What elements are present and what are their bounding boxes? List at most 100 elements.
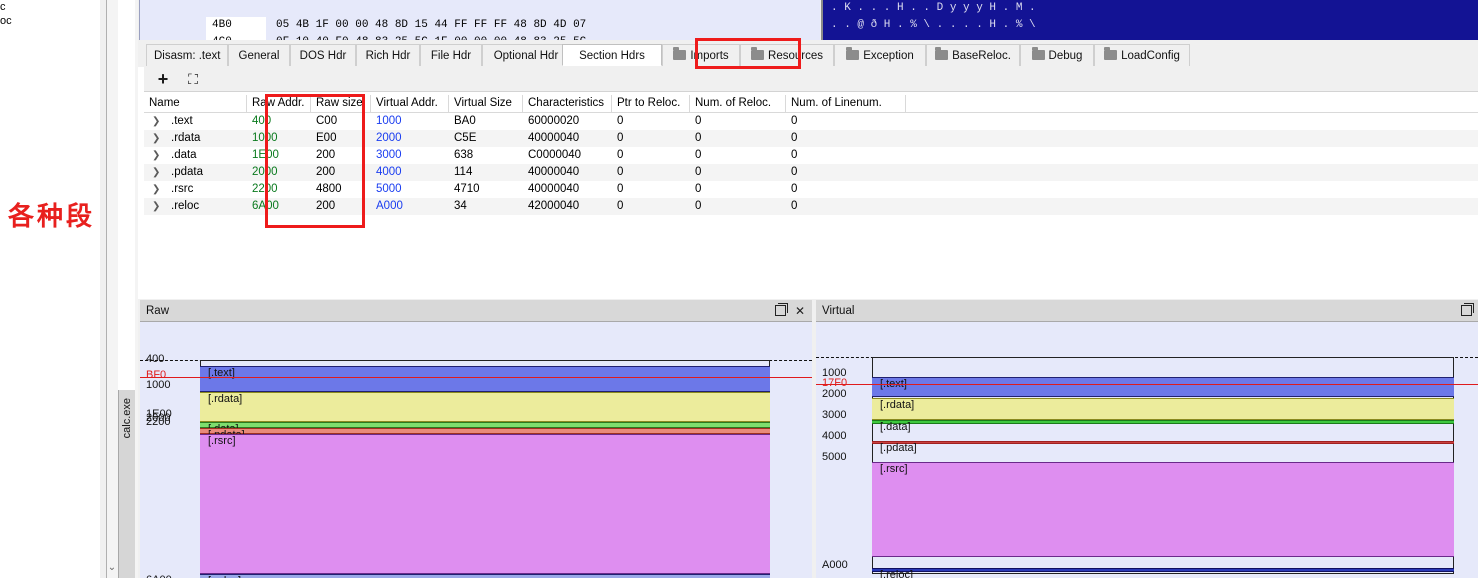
tab-label: File Hdr bbox=[430, 50, 472, 62]
vertical-tab-calc-exe[interactable]: calc.exe bbox=[118, 390, 136, 578]
raw-ruler-label: 1000 bbox=[146, 379, 171, 391]
virtual-map-body[interactable]: [.text] [.rdata] [.data] [.pdata] [.rsrc] [.r… bbox=[816, 322, 1478, 578]
cell-raw-addr: 400 bbox=[252, 115, 272, 127]
column-header-name[interactable]: Name bbox=[144, 95, 247, 112]
column-header-ptr-to-reloc[interactable]: Ptr to Reloc. bbox=[612, 95, 690, 112]
raw-map-body[interactable]: [.text][.rdata][.data][.pdata][.rsrc][.r… bbox=[140, 322, 812, 578]
cell-name: .rsrc bbox=[171, 183, 194, 195]
chevron-right-icon[interactable]: ❯ bbox=[152, 164, 160, 181]
tab-label: Exception bbox=[863, 50, 914, 62]
cell-raw-addr: 1000 bbox=[252, 132, 278, 144]
scroll-down-icon[interactable]: ⌄ bbox=[106, 560, 118, 576]
left-tree-fragment: c oc bbox=[0, 0, 100, 300]
tab-dos-hdr[interactable]: DOS Hdr bbox=[290, 44, 356, 66]
cell-characteristics: C0000040 bbox=[528, 149, 582, 161]
virtual-band-rdata[interactable] bbox=[872, 398, 1454, 420]
chevron-right-icon[interactable]: ❯ bbox=[152, 181, 160, 198]
column-header-num-of-reloc[interactable]: Num. of Reloc. bbox=[690, 95, 786, 112]
cell-virt-addr: 4000 bbox=[376, 166, 402, 178]
cell-num-reloc: 0 bbox=[695, 115, 702, 127]
tab-rich-hdr[interactable]: Rich Hdr bbox=[356, 44, 420, 66]
raw-ruler-label: 6A00 bbox=[146, 574, 172, 578]
virtual-panel-undock-icon[interactable] bbox=[1458, 300, 1474, 322]
add-section-button[interactable]: + bbox=[152, 69, 174, 89]
folder-icon bbox=[751, 47, 765, 60]
section-maps-area: Raw ✕ [.text] [.rdata] [.data] [.pdata] [.rs… bbox=[138, 300, 1478, 578]
chevron-right-icon[interactable]: ❯ bbox=[152, 198, 160, 215]
column-header-virtual-addr[interactable]: Virtual Addr. bbox=[371, 95, 449, 112]
column-header-characteristics[interactable]: Characteristics bbox=[523, 95, 612, 112]
table-row[interactable]: ❯ .rdata 1000 E00 2000 C5E 40000040 0 0 0 bbox=[144, 130, 1478, 147]
raw-band-rsrc[interactable] bbox=[200, 434, 770, 574]
virtual-ruler-label: A000 bbox=[822, 559, 848, 571]
column-header-num-of-linenum[interactable]: Num. of Linenum. bbox=[786, 95, 906, 112]
cell-characteristics: 40000040 bbox=[528, 132, 580, 144]
column-header-raw-size[interactable]: Raw size bbox=[311, 95, 371, 112]
cell-num-linenum: 0 bbox=[791, 166, 798, 178]
cell-name: .text bbox=[171, 115, 193, 127]
tab-bar: Disasm: .text General DOS Hdr Rich Hdr File … bbox=[138, 44, 1478, 68]
section-headers-panel: + ⛶ Name Raw Addr. Raw size Virtual Addr. Vi… bbox=[138, 67, 1478, 299]
virtual-band-reloc[interactable] bbox=[872, 568, 1454, 572]
raw-band-reloc[interactable] bbox=[200, 574, 770, 578]
virtual-ruler-label: 3000 bbox=[822, 409, 847, 421]
cell-num-reloc: 0 bbox=[695, 183, 702, 195]
tab-section-hdrs[interactable]: Section Hdrs bbox=[562, 44, 662, 66]
chevron-right-icon[interactable]: ❯ bbox=[152, 147, 160, 164]
virtual-band-rsrc[interactable] bbox=[872, 462, 1454, 557]
tab-general[interactable]: General bbox=[228, 44, 290, 66]
tab-file-hdr[interactable]: File Hdr bbox=[420, 44, 482, 66]
tab-debug[interactable]: Debug bbox=[1020, 44, 1094, 66]
raw-panel-undock-icon[interactable] bbox=[773, 300, 789, 322]
tab-resources[interactable]: Resources bbox=[740, 44, 834, 66]
tab-label: LoadConfig bbox=[1121, 50, 1180, 62]
cell-virt-addr: 2000 bbox=[376, 132, 402, 144]
raw-band-rdata[interactable] bbox=[200, 392, 770, 422]
table-row[interactable]: ❯ .text 400 C00 1000 BA0 60000020 0 0 0 bbox=[144, 113, 1478, 130]
left-fragment-line-1: oc bbox=[0, 15, 12, 27]
tab-disasm-text[interactable]: Disasm: .text bbox=[146, 44, 228, 66]
cell-virt-addr: 3000 bbox=[376, 149, 402, 161]
table-row[interactable]: ❯ .data 1E00 200 3000 638 C0000040 0 0 0 bbox=[144, 147, 1478, 164]
virtual-band-text[interactable] bbox=[872, 377, 1454, 397]
column-header-raw-addr[interactable]: Raw Addr. bbox=[247, 95, 311, 112]
tab-basereloc[interactable]: BaseReloc. bbox=[926, 44, 1020, 66]
raw-panel-close-icon[interactable]: ✕ bbox=[792, 300, 808, 322]
tab-label: BaseReloc. bbox=[952, 50, 1011, 62]
tab-exception[interactable]: Exception bbox=[834, 44, 926, 66]
tab-label: Imports bbox=[690, 50, 729, 62]
cell-characteristics: 42000040 bbox=[528, 200, 580, 212]
hex-ascii-pane[interactable]: . K . . . H . . D y y y H . M . . . @ ð … bbox=[821, 0, 1478, 40]
tab-optional-hdr[interactable]: Optional Hdr bbox=[482, 44, 570, 66]
column-header-virtual-size[interactable]: Virtual Size bbox=[449, 95, 523, 112]
cell-ptr-reloc: 0 bbox=[617, 166, 624, 178]
cell-virt-addr: 1000 bbox=[376, 115, 402, 127]
cell-name: .rdata bbox=[171, 132, 201, 144]
hex-bytes: 05 4B 1F 00 00 48 8D 15 44 FF FF FF 48 8… bbox=[276, 19, 587, 31]
cell-virt-size: 638 bbox=[454, 149, 474, 161]
cell-num-linenum: 0 bbox=[791, 115, 798, 127]
raw-band-text[interactable] bbox=[200, 366, 770, 392]
virtual-band-label: [.pdata] bbox=[880, 442, 917, 454]
cell-ptr-reloc: 0 bbox=[617, 132, 624, 144]
table-row[interactable]: ❯ .reloc 6A00 200 A000 34 42000040 0 0 0 bbox=[144, 198, 1478, 215]
table-row[interactable]: ❯ .pdata 2000 200 4000 114 40000040 0 0 0 bbox=[144, 164, 1478, 181]
cell-virt-size: C5E bbox=[454, 132, 477, 144]
virtual-band-data[interactable] bbox=[872, 420, 1454, 424]
virtual-band-label: [.data] bbox=[880, 421, 911, 433]
cell-name: .data bbox=[171, 149, 197, 161]
chevron-right-icon[interactable]: ❯ bbox=[152, 113, 160, 130]
cell-name: .reloc bbox=[171, 200, 200, 212]
hex-bytes-pane[interactable]: 4B0 05 4B 1F 00 00 48 8D 15 44 FF FF FF 4… bbox=[139, 0, 820, 40]
chevron-right-icon[interactable]: ❯ bbox=[152, 130, 160, 147]
chinese-annotation: 各种段 bbox=[8, 202, 96, 232]
tab-imports[interactable]: Imports bbox=[662, 44, 740, 66]
folder-icon bbox=[673, 47, 687, 60]
expand-all-icon[interactable]: ⛶ bbox=[182, 69, 204, 89]
tab-loadconfig[interactable]: LoadConfig bbox=[1094, 44, 1190, 66]
raw-map-panel: Raw ✕ [.text][.rdata][.data][.pdata][.rs… bbox=[140, 300, 812, 578]
table-row[interactable]: ❯ .rsrc 2200 4800 5000 4710 40000040 0 0 0 bbox=[144, 181, 1478, 198]
cell-raw-size: 200 bbox=[316, 149, 336, 161]
virtual-band-pdata[interactable] bbox=[872, 441, 1454, 444]
folder-icon bbox=[935, 47, 949, 60]
